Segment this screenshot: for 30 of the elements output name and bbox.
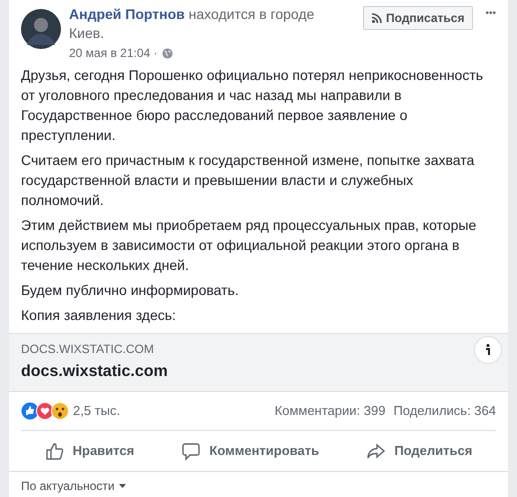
post-text: Копия заявления здесь: <box>21 306 177 325</box>
share-button[interactable]: Поделиться <box>366 441 472 461</box>
more-button[interactable]: ••• <box>485 9 496 19</box>
share-count[interactable]: Поделились: 364 <box>393 401 496 421</box>
share-arrow-icon <box>366 441 386 461</box>
avatar <box>21 9 61 49</box>
caret-icon <box>118 484 126 488</box>
comment-button[interactable]: Комментировать <box>181 441 320 461</box>
city-link[interactable]: Киев. <box>69 25 104 41</box>
location-text: находится в городе <box>188 6 314 22</box>
follow-button[interactable]: Подписаться <box>363 6 474 30</box>
post-text: Этим действием мы приобретаем ряд процессуальных прав, которые используем в зависимости от официальной реакции этого органа в течение нескольких дней. <box>21 216 478 275</box>
info-icon[interactable] <box>474 336 502 364</box>
post-text: Друзья, сегодня Порошенко официально потерял неприкосновенность от уголовного преследования и час назад мы направили в Государственное бюро расследований первое заявление о преступлении. <box>21 66 484 145</box>
post-text: Будем публично информировать. <box>21 281 240 300</box>
sort-dropdown[interactable]: По актуальности <box>21 479 126 493</box>
link-domain: DOCS.WIXSTATIC.COM <box>21 341 155 357</box>
link-title: docs.wixstatic.com <box>21 362 169 382</box>
thumbs-up-icon <box>44 441 65 461</box>
reaction-icons[interactable] <box>21 402 69 420</box>
speech-bubble-icon <box>181 441 202 461</box>
link-preview[interactable]: DOCS.WIXSTATIC.COM docs.wixstatic.com <box>9 333 508 392</box>
post-time[interactable]: 20 мая в 21:04 · <box>69 44 158 63</box>
rss-icon <box>372 13 382 23</box>
author-name[interactable]: Андрей Портнов <box>69 6 185 22</box>
post-text: Считаем его причастным к государственной измене, попытке захвата государственной власти и превышении власти и служебных полномочий. <box>21 151 476 210</box>
globe-icon <box>162 48 173 59</box>
comment-count[interactable]: Комментарии: 399 <box>274 401 386 421</box>
like-button[interactable]: Нравится <box>44 441 134 461</box>
reaction-count[interactable]: 2,5 тыс. <box>73 401 120 421</box>
